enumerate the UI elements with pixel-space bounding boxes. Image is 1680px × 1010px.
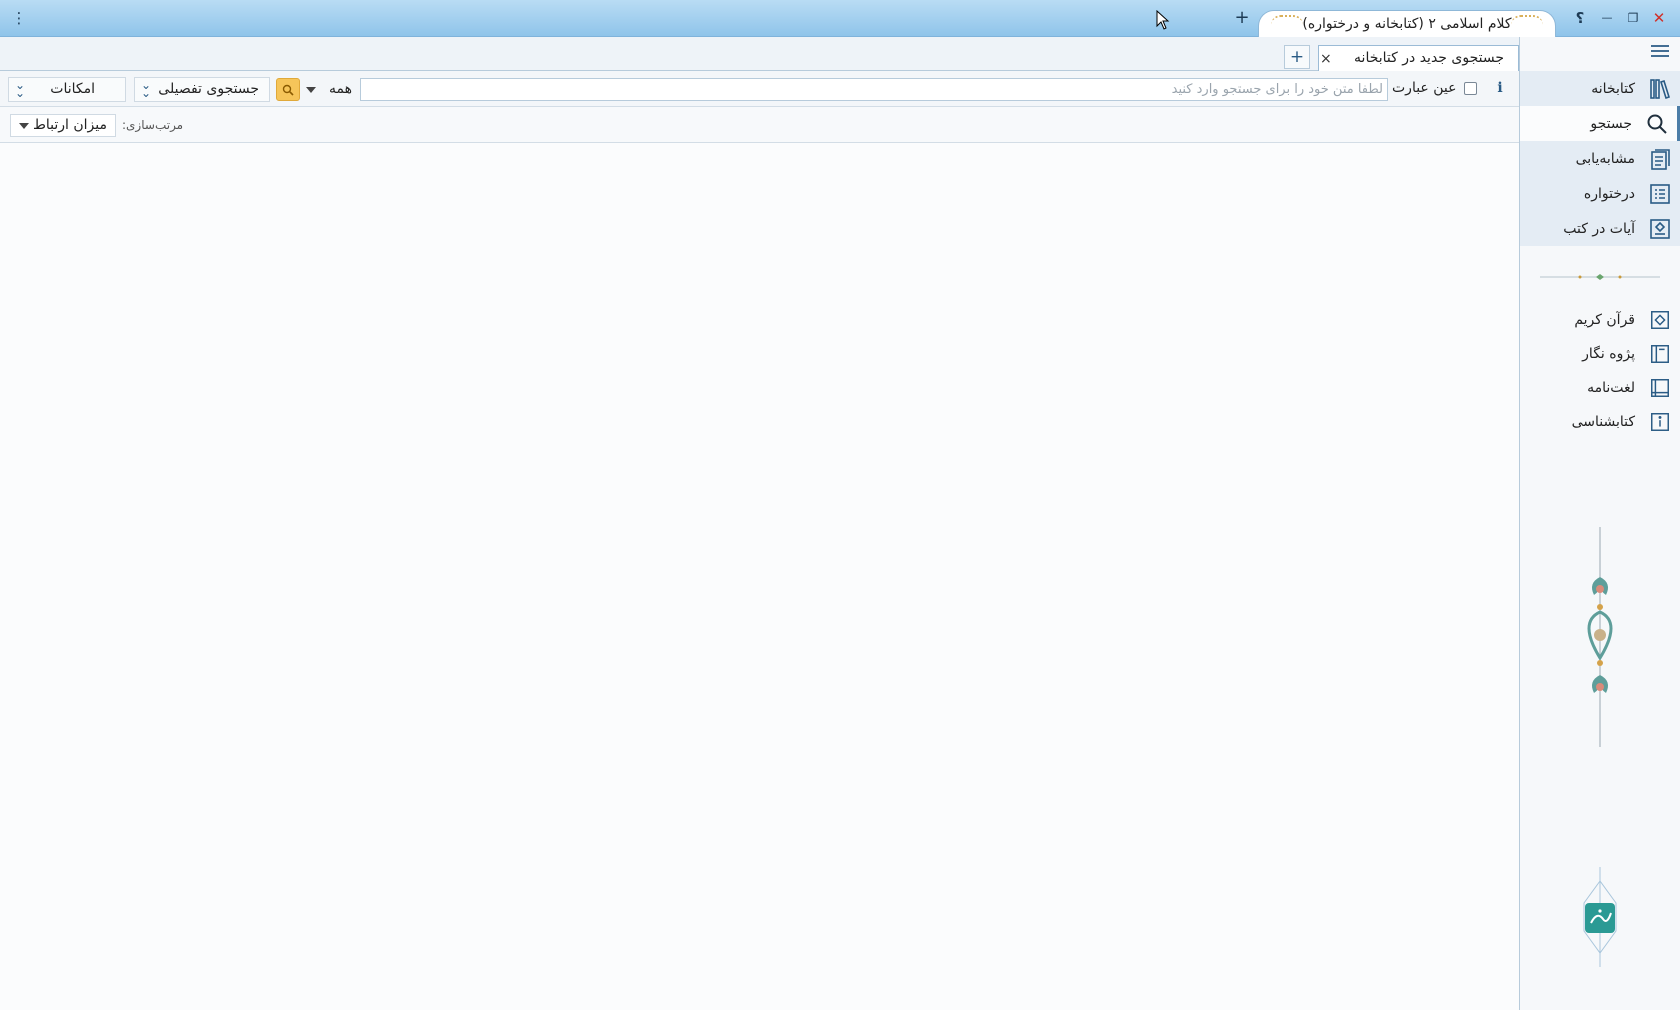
dictionary-icon	[1645, 373, 1675, 403]
results-area	[0, 143, 1519, 1010]
app-tab[interactable]: کلام اسلامی ۲ (کتابخانه و درختواره)	[1258, 10, 1556, 38]
double-chevron-down-icon: ⌄ ⌄	[141, 78, 152, 100]
sidebar: کتابخانه جستجو مشابه‌یابی درختواره آیات …	[1519, 37, 1680, 1010]
chevron-down-icon	[306, 87, 316, 93]
sidebar-item-similarity[interactable]: مشابه‌یابی	[1520, 141, 1680, 176]
sidebar-item-label: قرآن کریم	[1574, 311, 1635, 328]
search-icon	[282, 84, 294, 96]
tab-new-library-search[interactable]: جستجوی جدید در کتابخانه	[1318, 45, 1519, 72]
advanced-search-label: جستجوی تفصیلی	[158, 81, 259, 97]
features-button[interactable]: امکانات ⌄ ⌄	[8, 77, 126, 102]
exact-phrase-option[interactable]: عین عبارت	[1392, 80, 1478, 96]
exact-phrase-checkbox[interactable]	[1464, 81, 1478, 95]
sidebar-item-bibliography[interactable]: کتابشناسی	[1520, 404, 1680, 439]
tree-document-icon	[1645, 179, 1675, 209]
help-button[interactable]: ؟	[1569, 6, 1591, 30]
sidebar-item-label: درختواره	[1583, 185, 1635, 202]
close-tab-icon[interactable]: ×	[1320, 51, 1332, 67]
sidebar-item-label: کتابشناسی	[1571, 413, 1635, 430]
sidebar-item-verses-in-books[interactable]: آیات در کتب	[1520, 211, 1680, 246]
hamburger-menu-icon[interactable]	[1650, 43, 1670, 63]
sidebar-item-library[interactable]: کتابخانه	[1520, 71, 1680, 106]
sort-select[interactable]: میزان ارتباط	[10, 114, 116, 137]
new-app-tab-button[interactable]: +	[1231, 6, 1253, 30]
similarity-icon	[1645, 144, 1675, 174]
sidebar-item-dictionary[interactable]: لغت‌نامه	[1520, 370, 1680, 405]
sidebar-item-label: آیات در کتب	[1563, 220, 1635, 237]
double-chevron-down-icon: ⌄ ⌄	[15, 78, 26, 100]
sidebar-item-notebook[interactable]: پژوه نگار	[1520, 336, 1680, 371]
search-scope-value: همه	[329, 81, 352, 97]
sidebar-item-label: جستجو	[1590, 115, 1632, 132]
document-tab-strip: + جستجوی جدید در کتابخانه ×	[0, 37, 1519, 72]
search-icon	[1642, 109, 1672, 139]
exact-phrase-label: عین عبارت	[1392, 80, 1457, 96]
ornament-divider-icon	[1540, 274, 1660, 280]
sidebar-item-search[interactable]: جستجو	[1520, 106, 1680, 141]
chevron-down-icon	[19, 123, 29, 129]
tab-label: جستجوی جدید در کتابخانه	[1354, 50, 1504, 66]
mouse-cursor-icon	[1156, 10, 1170, 30]
search-button[interactable]	[276, 78, 300, 101]
advanced-search-button[interactable]: جستجوی تفصیلی ⌄ ⌄	[134, 77, 270, 102]
window-menu-button[interactable]: ⋮	[8, 6, 30, 30]
sort-value: میزان ارتباط	[32, 117, 107, 133]
restore-button[interactable]: ❐	[1622, 6, 1644, 30]
minimize-button[interactable]: —	[1596, 6, 1618, 30]
search-scope-select[interactable]: همه	[300, 78, 360, 101]
search-input[interactable]	[360, 78, 1388, 101]
library-icon	[1645, 74, 1675, 104]
sidebar-item-tree[interactable]: درختواره	[1520, 176, 1680, 211]
verses-in-books-icon	[1645, 214, 1675, 244]
sidebar-item-label: لغت‌نامه	[1587, 379, 1635, 396]
title-bar: ⋮ + کلام اسلامی ۲ (کتابخانه و درختواره) …	[0, 0, 1680, 38]
sidebar-item-label: مشابه‌یابی	[1575, 150, 1635, 167]
sidebar-item-quran[interactable]: قرآن کریم	[1520, 302, 1680, 337]
features-label: امکانات	[50, 81, 95, 97]
sidebar-item-label: کتابخانه	[1591, 80, 1635, 97]
sidebar-item-label: پژوه نگار	[1582, 345, 1635, 362]
sort-label: مرتب‌سازی:	[122, 118, 184, 132]
sort-bar: مرتب‌سازی: میزان ارتباط	[0, 107, 1519, 143]
add-document-tab-button[interactable]: +	[1284, 45, 1310, 69]
app-logo-icon	[1583, 867, 1617, 967]
close-button[interactable]: ✕	[1648, 6, 1670, 30]
search-toolbar: i عین عبارت همه جستجوی تفصیلی ⌄⌄ امکانات…	[0, 71, 1519, 107]
quran-icon	[1645, 305, 1675, 335]
app-tab-title: کلام اسلامی ۲ (کتابخانه و درختواره)	[1302, 16, 1512, 32]
decorative-ornament-icon	[1587, 527, 1613, 747]
bibliography-icon	[1645, 407, 1675, 437]
info-icon[interactable]: i	[1489, 77, 1511, 99]
notebook-icon	[1645, 339, 1675, 369]
